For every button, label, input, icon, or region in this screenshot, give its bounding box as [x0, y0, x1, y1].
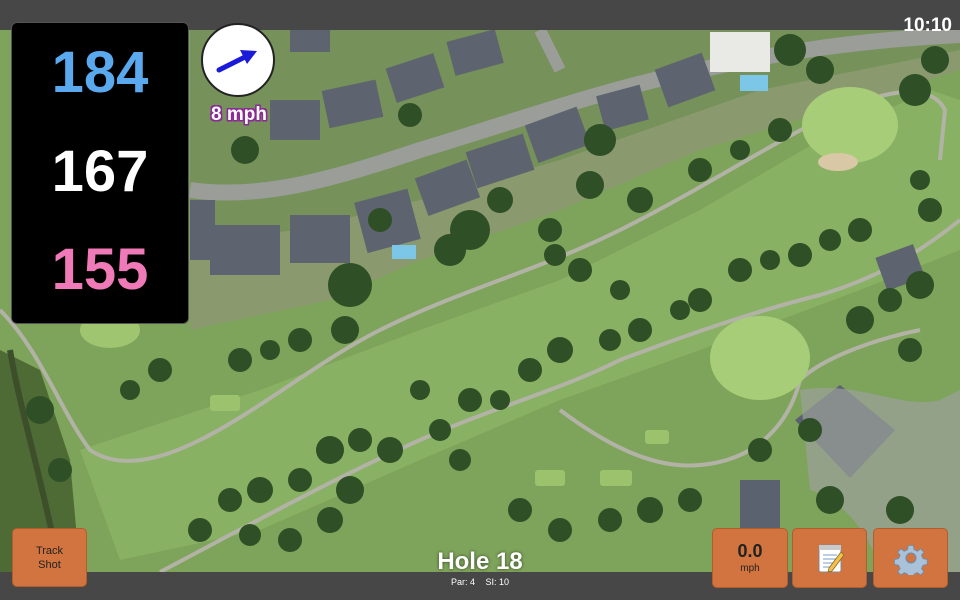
notes-button[interactable]: [792, 528, 867, 588]
wind-indicator[interactable]: [201, 23, 275, 97]
hole-info: Par: 4 SI: 10: [380, 577, 580, 588]
clock: 10:10: [903, 15, 952, 36]
hole-title: Hole 18: [437, 548, 523, 575]
hole-stroke-index: SI: 10: [485, 577, 510, 587]
front-distance: 155: [51, 237, 149, 302]
middle-distance: 167: [51, 139, 149, 204]
wind-speed-label: 8 mph: [211, 104, 267, 125]
track-shot-button[interactable]: Track Shot: [12, 528, 87, 587]
arrow-icon: [216, 50, 257, 73]
track-shot-label-line2: Shot: [38, 558, 61, 571]
speed-unit: mph: [740, 563, 760, 574]
settings-button[interactable]: [873, 528, 948, 588]
speed-value: 0.0: [737, 541, 763, 561]
hole-par: Par: 4: [450, 577, 475, 587]
track-shot-label-line1: Track: [35, 544, 64, 557]
notepad-icon: [818, 544, 845, 573]
distance-panel: 184 167 155: [11, 22, 189, 324]
back-distance: 184: [51, 40, 149, 105]
gear-icon: [893, 545, 928, 575]
speed-button[interactable]: 0.0 mph: [712, 528, 788, 588]
